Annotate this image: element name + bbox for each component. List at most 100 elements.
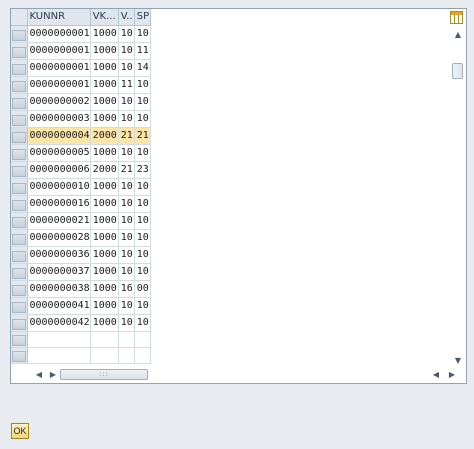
cell-v[interactable]: 10 — [118, 25, 135, 43]
cell-kunnr[interactable]: 0000000042 — [27, 314, 91, 332]
row-selector-button[interactable] — [12, 301, 26, 313]
row-selector[interactable] — [11, 93, 28, 111]
cell-sp[interactable]: 10 — [134, 144, 151, 162]
row-selector[interactable] — [11, 76, 28, 94]
cell-kunnr[interactable]: 0000000016 — [27, 195, 91, 213]
cell-vk[interactable]: 1000 — [90, 246, 119, 264]
cell-kunnr[interactable]: 0000000021 — [27, 212, 91, 230]
cell-kunnr[interactable]: 0000000004 — [27, 127, 91, 145]
scroll-left-end-arrow-icon[interactable]: ◀ — [430, 368, 442, 382]
scroll-up-arrow-icon[interactable]: ▲ — [451, 29, 465, 41]
cell-vk[interactable]: 1000 — [90, 93, 119, 111]
cell-v[interactable]: 10 — [118, 314, 135, 332]
table-row[interactable]: 0000000001 1000 11 10 — [11, 76, 151, 94]
cell-sp[interactable]: 10 — [134, 76, 151, 94]
table-row[interactable]: 0000000038 1000 16 00 — [11, 280, 151, 298]
table-row[interactable]: 0000000041 1000 10 10 — [11, 297, 151, 315]
table-row[interactable]: 0000000004 2000 21 21 — [11, 127, 151, 145]
table-row[interactable]: 0000000003 1000 10 10 — [11, 110, 151, 128]
cell-v[interactable]: 10 — [118, 297, 135, 315]
row-selector-button[interactable] — [12, 335, 26, 346]
row-selector[interactable] — [11, 246, 28, 264]
row-selector[interactable] — [11, 161, 28, 179]
row-selector[interactable] — [11, 347, 28, 364]
cell-v[interactable]: 10 — [118, 110, 135, 128]
scroll-right-end-arrow-icon[interactable]: ▶ — [446, 368, 458, 382]
vertical-scrollbar[interactable]: ▲ ▼ — [451, 26, 465, 367]
row-selector[interactable] — [11, 331, 28, 348]
row-selector-button[interactable] — [12, 29, 26, 41]
cell-sp[interactable]: 21 — [134, 127, 151, 145]
row-selector-button[interactable] — [12, 351, 26, 362]
cell-vk[interactable]: 1000 — [90, 280, 119, 298]
cell-vk[interactable]: 1000 — [90, 195, 119, 213]
table-row[interactable]: 0000000001 1000 10 11 — [11, 42, 151, 60]
row-selector-button[interactable] — [12, 131, 26, 143]
cell-sp[interactable]: 10 — [134, 178, 151, 196]
scroll-right-arrow-icon[interactable]: ▶ — [47, 368, 59, 382]
cell-kunnr[interactable]: 0000000003 — [27, 110, 91, 128]
cell-sp[interactable]: 11 — [134, 42, 151, 60]
cell-v[interactable]: 10 — [118, 93, 135, 111]
row-selector[interactable] — [11, 110, 28, 128]
table-row[interactable]: 0000000006 2000 21 23 — [11, 161, 151, 179]
cell-kunnr[interactable]: 0000000038 — [27, 280, 91, 298]
cell-vk[interactable]: 1000 — [90, 59, 119, 77]
row-selector-button[interactable] — [12, 233, 26, 245]
ok-button[interactable]: OK — [11, 423, 29, 439]
table-row[interactable]: 0000000005 1000 10 10 — [11, 144, 151, 162]
cell-kunnr[interactable]: 0000000036 — [27, 246, 91, 264]
cell-sp[interactable]: 10 — [134, 25, 151, 43]
table-row[interactable]: 0000000037 1000 10 10 — [11, 263, 151, 281]
cell-sp[interactable]: 10 — [134, 110, 151, 128]
table-row[interactable]: 0000000002 1000 10 10 — [11, 93, 151, 111]
table-row[interactable]: 0000000001 1000 10 10 — [11, 25, 151, 43]
cell-v[interactable]: 10 — [118, 229, 135, 247]
row-selector[interactable] — [11, 195, 28, 213]
row-selector[interactable] — [11, 229, 28, 247]
cell-v[interactable]: 10 — [118, 178, 135, 196]
cell-v[interactable]: 16 — [118, 280, 135, 298]
table-row[interactable]: 0000000042 1000 10 10 — [11, 314, 151, 332]
table-row[interactable]: 0000000001 1000 10 14 — [11, 59, 151, 77]
cell-v[interactable]: 10 — [118, 246, 135, 264]
cell-kunnr[interactable]: 0000000041 — [27, 297, 91, 315]
row-selector-button[interactable] — [12, 80, 26, 92]
cell-sp[interactable]: 10 — [134, 195, 151, 213]
cell-kunnr[interactable]: 0000000001 — [27, 25, 91, 43]
select-all-corner[interactable] — [11, 9, 28, 26]
cell-kunnr[interactable]: 0000000001 — [27, 59, 91, 77]
cell-sp[interactable]: 10 — [134, 297, 151, 315]
row-selector-button[interactable] — [12, 250, 26, 262]
cell-vk[interactable]: 2000 — [90, 127, 119, 145]
column-header-v[interactable]: V.. — [118, 9, 135, 26]
cell-sp[interactable]: 14 — [134, 59, 151, 77]
row-selector[interactable] — [11, 59, 28, 77]
cell-v[interactable]: 21 — [118, 161, 135, 179]
horizontal-scroll-thumb[interactable]: ::: — [60, 369, 148, 380]
table-row[interactable]: 0000000010 1000 10 10 — [11, 178, 151, 196]
scroll-left-arrow-icon[interactable]: ◀ — [33, 368, 45, 382]
horizontal-scrollbar[interactable]: ◀ ▶ ::: ◀ ▶ — [29, 368, 466, 382]
cell-vk[interactable]: 1000 — [90, 263, 119, 281]
cell-sp[interactable]: 10 — [134, 93, 151, 111]
row-selector[interactable] — [11, 42, 28, 60]
row-selector[interactable] — [11, 297, 28, 315]
cell-kunnr[interactable]: 0000000028 — [27, 229, 91, 247]
row-selector-button[interactable] — [12, 216, 26, 228]
row-selector-button[interactable] — [12, 165, 26, 177]
cell-v[interactable]: 10 — [118, 42, 135, 60]
row-selector-button[interactable] — [12, 46, 26, 58]
column-header-sp[interactable]: SP — [134, 9, 151, 26]
change-layout-icon[interactable] — [450, 11, 463, 24]
cell-vk[interactable]: 1000 — [90, 314, 119, 332]
row-selector-button[interactable] — [12, 199, 26, 211]
cell-kunnr[interactable]: 0000000002 — [27, 93, 91, 111]
cell-vk[interactable]: 1000 — [90, 110, 119, 128]
scroll-down-arrow-icon[interactable]: ▼ — [451, 355, 465, 367]
row-selector-button[interactable] — [12, 114, 26, 126]
cell-v[interactable]: 11 — [118, 76, 135, 94]
cell-vk[interactable]: 1000 — [90, 42, 119, 60]
cell-vk[interactable]: 1000 — [90, 25, 119, 43]
cell-sp[interactable]: 10 — [134, 212, 151, 230]
